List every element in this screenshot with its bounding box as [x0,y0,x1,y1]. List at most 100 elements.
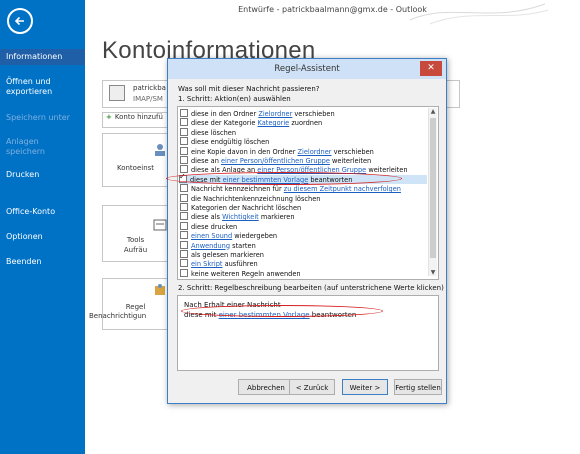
actions-list: diese in den Ordner Zielordner verschieb… [177,106,439,280]
action-text: Kategorien der Nachricht löschen [191,204,302,212]
action-link[interactable]: Kategorie [258,119,290,127]
finish-button[interactable]: Fertig stellen [394,379,442,395]
action-checkbox[interactable] [180,240,188,249]
rules-wizard-dialog: Regel-Assistent ✕ Was soll mit dieser Na… [167,58,447,404]
rules-alerts-label-2: Benachrichtigun [89,312,147,320]
action-checkbox[interactable] [180,221,188,230]
step1-label: 1. Schritt: Aktion(en) auswählen [178,95,291,103]
action-text-suffix: weiterleiten [329,157,372,165]
action-text: diese drucken [191,222,238,231]
account-icon [109,85,125,101]
action-checkbox[interactable] [180,259,188,268]
action-checkbox[interactable] [180,127,188,136]
action-checkbox[interactable] [180,268,188,277]
action-row[interactable]: diese löschen [180,127,237,137]
action-row[interactable]: diese drucken [180,221,238,231]
action-row[interactable]: Nachricht kennzeichnen für zu diesem Zei… [180,184,401,193]
sidebar-item-speichern-unter[interactable]: Speichern unter [0,113,85,123]
action-checkbox[interactable] [180,231,188,240]
sidebar-item-beenden[interactable]: Beenden [0,257,85,267]
action-checkbox[interactable] [180,137,188,146]
action-text-suffix: wiedergeben [232,232,278,241]
action-text: eine Kopie davon in den Ordner [191,147,298,156]
close-button[interactable]: ✕ [420,61,442,76]
action-text: Nachricht kennzeichnen für [191,185,284,194]
action-row[interactable]: ein Skript ausführen [180,259,258,268]
rules-alerts-icon [155,284,165,295]
action-row[interactable]: einen Sound wiedergeben [180,231,277,240]
highlight-ellipse-action [166,172,402,185]
account-settings-tile[interactable]: Kontoeinst [102,133,169,187]
action-row[interactable]: als gelesen markieren [180,250,264,259]
action-checkbox[interactable] [180,156,188,164]
action-text-suffix: weiterleiten [366,166,408,175]
cleanup-tools-label-1: Tools [126,236,145,244]
action-text-suffix: zuordnen [289,119,323,128]
action-row[interactable]: die Nachrichtenkennzeichnung löschen [180,193,320,203]
sidebar-item-optionen[interactable]: Optionen [0,232,85,242]
scroll-up-icon[interactable]: ▲ [429,108,437,115]
action-checkbox[interactable] [180,146,188,155]
action-link[interactable]: einen Sound [191,232,232,240]
action-link[interactable]: Anwendung [191,242,230,250]
action-text: diese an [191,157,221,165]
action-row[interactable]: diese der Kategorie Kategorie zuordnen [180,118,322,127]
action-link[interactable]: zu diesem Zeitpunkt nachverfolgen [284,185,401,193]
action-row[interactable]: Anwendung starten [180,240,256,250]
sidebar-item-office-konto[interactable]: Office-Konto [0,207,85,217]
account-settings-label: Kontoeinst [116,164,155,172]
next-button[interactable]: Weiter > [342,379,388,395]
action-text-suffix: ausführen [222,260,258,269]
action-row[interactable]: eine Kopie davon in den Ordner Zielordne… [180,146,374,156]
action-text: diese der Kategorie [191,119,258,128]
action-row[interactable]: diese an einer Person/öffentlichen Grupp… [180,156,371,165]
scroll-thumb[interactable] [430,118,436,258]
action-text: diese als [191,213,223,222]
sidebar-item-drucken[interactable]: Drucken [0,170,85,180]
action-text: diese endgültig löschen [191,138,270,147]
action-link[interactable]: ein Skript [191,260,222,268]
rules-alerts-tile[interactable]: Regel Benachrichtigun [89,278,169,330]
action-row[interactable]: diese als Wichtigkeit markieren [180,212,295,221]
action-text: diese in den Ordner [191,110,259,118]
back-button[interactable] [7,8,33,34]
action-checkbox[interactable] [180,193,188,202]
cleanup-tools-tile[interactable]: Tools Aufräu [102,205,169,262]
cancel-button[interactable]: Abbrechen [238,379,294,395]
sidebar-item-oeffnen-exportieren[interactable]: Öffnen und exportieren [0,77,85,97]
scroll-down-icon[interactable]: ▼ [429,269,437,276]
plus-icon: + [106,113,112,121]
sidebar-item-informationen[interactable]: Informationen [0,49,85,65]
action-checkbox[interactable] [180,118,188,127]
step2-label: 2. Schritt: Regelbeschreibung bearbeiten… [178,284,444,292]
action-checkbox[interactable] [180,250,188,258]
action-text: diese löschen [191,128,237,137]
action-row[interactable]: Kategorien der Nachricht löschen [180,203,301,212]
action-checkbox[interactable] [180,109,188,117]
actions-scrollbar[interactable]: ▲ ▼ [428,108,437,276]
backstage-sidebar: Informationen Öffnen und exportieren Spe… [0,0,85,454]
account-type: IMAP/SM [133,95,163,103]
highlight-ellipse-description [181,305,383,317]
action-link[interactable]: Wichtigkeit [222,213,259,221]
window-title: Entwürfe - patrickbaalmann@gmx.de - Outl… [238,5,427,14]
action-link[interactable]: Zielordner [258,110,292,118]
cleanup-tools-icon [153,219,167,231]
action-checkbox[interactable] [180,212,188,221]
rules-alerts-label-1: Regel [125,303,146,311]
add-account-button[interactable]: + Konto hinzufü [102,112,174,128]
dialog-question: Was soll mit dieser Nachricht passieren? [178,85,320,93]
action-text: keine weiteren Regeln anwenden [191,269,301,278]
action-link[interactable]: Zielordner [298,148,332,156]
action-checkbox[interactable] [180,184,188,193]
sidebar-item-anlagen-speichern[interactable]: Anlagen speichern [0,137,85,157]
action-row[interactable]: diese in den Ordner Zielordner verschieb… [180,109,335,118]
back-step-button[interactable]: < Zurück [289,379,335,395]
action-text-suffix: starten [230,241,256,250]
action-link[interactable]: einer Person/öffentlichen Gruppe [221,157,330,165]
cleanup-tools-label-2: Aufräu [123,246,148,254]
action-row[interactable]: keine weiteren Regeln anwenden [180,268,301,278]
action-text-suffix: markieren [258,213,295,222]
action-checkbox[interactable] [180,203,188,211]
action-row[interactable]: diese endgültig löschen [180,137,269,146]
